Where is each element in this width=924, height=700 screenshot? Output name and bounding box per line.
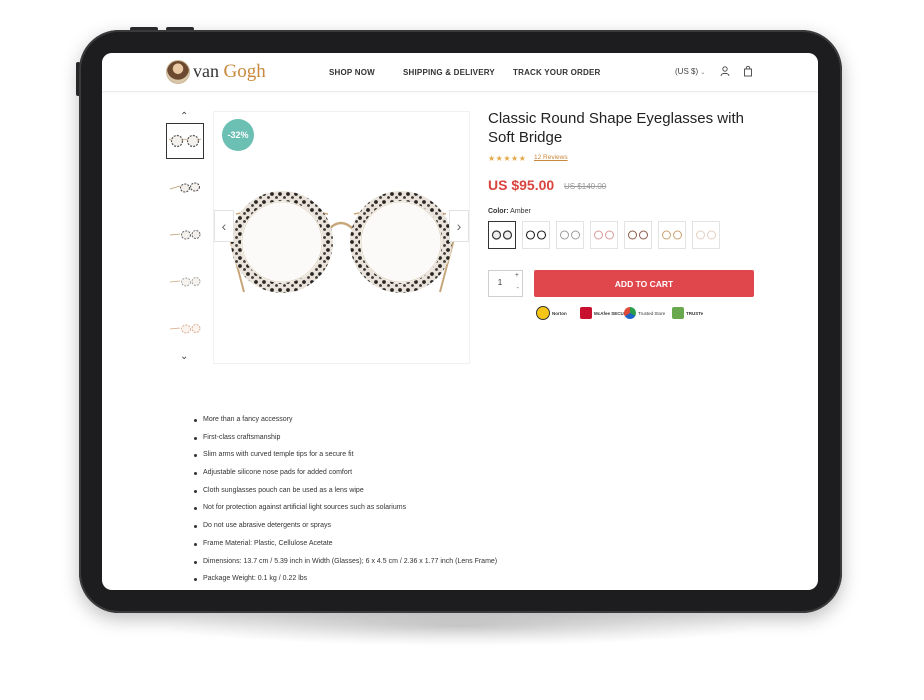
shopping-bag-icon[interactable] [742,65,754,77]
trust-badge-trusted-store: Trusted Store [624,306,665,320]
gallery-thumbnail[interactable] [166,310,204,346]
gallery-prev-button[interactable]: ‹ [214,210,234,242]
product-features-list: More than a fancy accessory First-class … [194,411,497,588]
trusted-store-icon [624,307,636,319]
rating-stars-icon: ★★★★★ [488,154,527,163]
color-swatch[interactable] [692,221,720,249]
list-item: Package Weight: 0.1 kg / 0.22 lbs [194,570,497,588]
brand-name-accent: Gogh [223,61,266,82]
color-swatch[interactable] [590,221,618,249]
add-to-cart-button[interactable]: ADD TO CART [534,270,754,297]
eyeglasses-swatch-icon [662,230,682,240]
trust-badge-label: Trusted Store [638,310,666,316]
color-swatch-amber[interactable] [488,221,516,249]
norton-check-icon [536,306,550,320]
trust-badge-label: Norton [552,310,567,316]
list-item: Dimensions: 13.7 cm / 5.39 inch in Width… [194,553,497,571]
main-product-image [213,111,470,364]
color-swatch[interactable] [522,221,550,249]
gallery-scroll-up-button[interactable]: ⌃ [180,111,188,122]
trust-badge-norton: Norton [536,306,567,320]
discount-badge: -32% [222,119,254,151]
eyeglasses-swatch-icon [491,230,513,240]
list-item: Not for protection against artificial li… [194,499,497,517]
nav-shop-now[interactable]: SHOP NOW [329,68,375,77]
chevron-right-icon: › [456,218,462,234]
trust-badge-mcafee: McAfee SECURE [580,306,630,320]
color-swatch[interactable] [556,221,584,249]
currency-selector[interactable]: (US $) ⌄ [675,67,705,76]
eyeglasses-swatch-icon [628,230,648,240]
eyeglasses-swatch-icon [594,230,614,240]
list-item: Frame Material: Plastic, Cellulose Aceta… [194,535,497,553]
gallery-thumbnail[interactable] [166,263,204,299]
list-item: More than a fancy accessory [194,411,497,429]
current-price: US $95.00 [488,177,555,193]
eyeglasses-swatch-icon [696,230,716,240]
quantity-decrement-button[interactable]: - [517,285,519,292]
brand-logo[interactable]: van Gogh [193,61,266,83]
product-title: Classic Round Shape Eyeglasses with Soft… [488,110,744,146]
list-item: First-class craftsmanship [194,429,497,447]
eyeglasses-product-image [222,191,462,293]
list-item: Do not use abrasive detergents or sprays [194,517,497,535]
chevron-left-icon: ‹ [221,218,227,234]
trust-badge-truste: TRUSTe [672,306,703,320]
gallery-thumbnail[interactable] [166,169,204,205]
color-swatch[interactable] [624,221,652,249]
brand-name-plain: van [193,61,219,81]
chevron-down-icon: ⌄ [700,70,706,76]
original-price: US $140.00 [564,182,607,191]
gallery-thumbnail[interactable] [166,216,204,252]
quantity-value[interactable]: 1 [489,278,511,287]
quantity-increment-button[interactable]: + [515,272,519,279]
list-item: Slim arms with curved temple tips for a … [194,446,497,464]
gallery-thumbnail[interactable] [166,123,204,159]
list-item: Adjustable silicone nose pads for added … [194,464,497,482]
quantity-stepper[interactable]: 1 + - [488,270,523,297]
eyeglasses-swatch-icon [560,230,580,240]
eyeglasses-thumbnail-icon [169,230,201,240]
user-account-icon[interactable] [719,65,731,77]
nav-shipping-delivery[interactable]: SHIPPING & DELIVERY [403,68,495,77]
eyeglasses-thumbnail-icon [169,277,201,287]
nav-track-order[interactable]: TRACK YOUR ORDER [513,68,601,77]
tablet-screen: van Gogh SHOP NOW SHIPPING & DELIVERY TR… [102,53,818,590]
site-header: van Gogh SHOP NOW SHIPPING & DELIVERY TR… [102,53,818,92]
eyeglasses-thumbnail-icon [169,324,201,334]
truste-icon [672,307,684,319]
color-label-key: Color: [488,208,509,215]
eyeglasses-thumbnail-icon [168,134,202,148]
reviews-link[interactable]: 12 Reviews [534,154,568,161]
van-gogh-portrait-logo-icon[interactable] [166,60,190,84]
eyeglasses-swatch-icon [525,230,547,240]
list-item: Cloth sunglasses pouch can be used as a … [194,482,497,500]
eyeglasses-thumbnail-icon [169,182,201,193]
gallery-scroll-down-button[interactable]: ⌄ [180,351,188,362]
color-label-value: Amber [510,208,531,215]
gallery-next-button[interactable]: › [449,210,469,242]
color-swatch[interactable] [658,221,686,249]
color-label: Color: Amber [488,208,531,215]
currency-label: (US $) [675,67,699,76]
mcafee-shield-icon [580,307,592,319]
trust-badge-label: TRUSTe [686,310,704,316]
